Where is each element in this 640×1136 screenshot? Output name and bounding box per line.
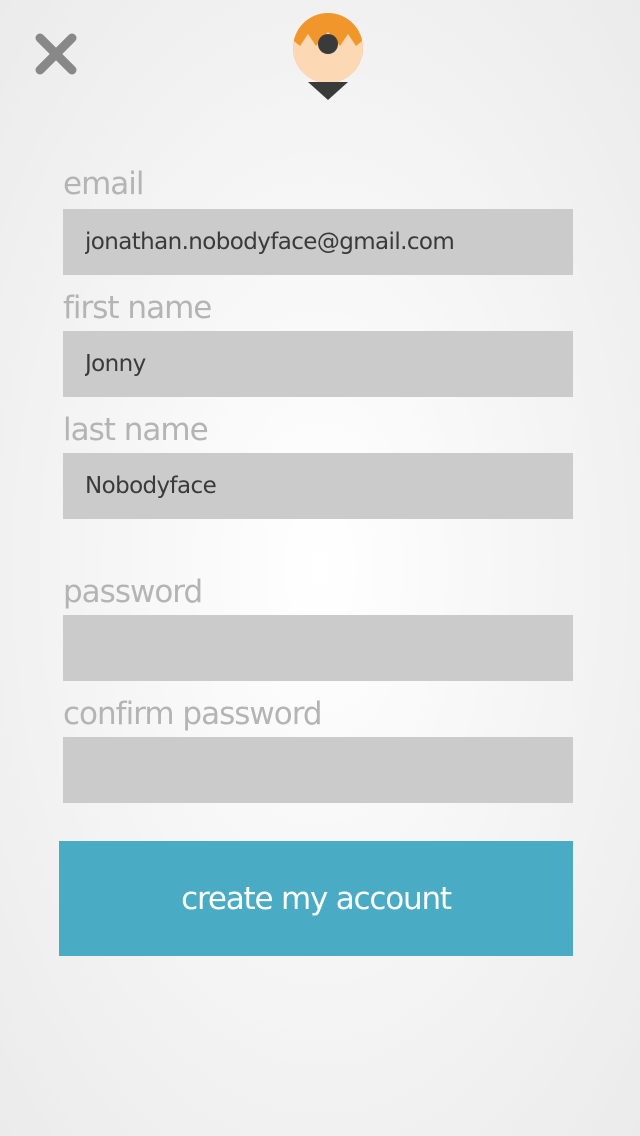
close-button[interactable] [34,32,78,76]
map-pin-logo-icon [293,13,363,100]
email-field[interactable] [63,209,573,275]
confirm-password-field[interactable] [63,737,573,803]
last-name-label: last name [63,412,209,448]
app-logo [290,12,366,104]
last-name-field[interactable] [63,453,573,519]
password-label: password [63,574,203,610]
confirm-password-label: confirm password [63,696,323,732]
create-account-button[interactable]: create my account [59,841,573,956]
first-name-field[interactable] [63,331,573,397]
email-label: email [63,166,144,202]
password-field[interactable] [63,615,573,681]
first-name-label: first name [63,290,212,326]
close-x-icon [35,33,77,75]
